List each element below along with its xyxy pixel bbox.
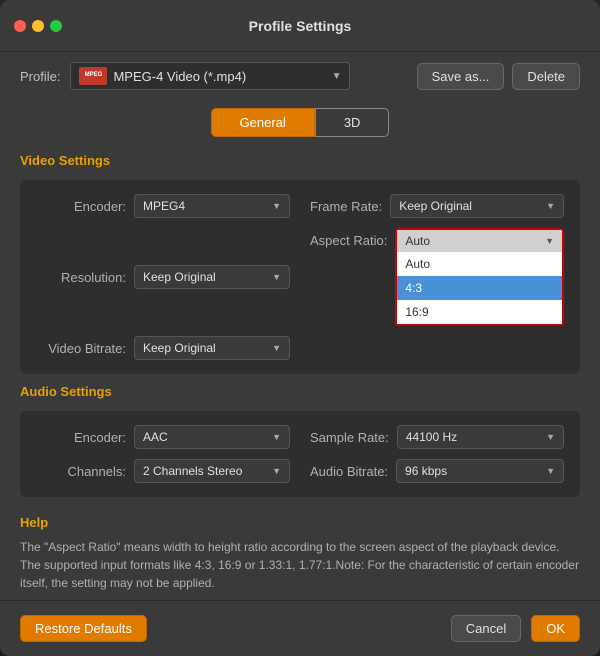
ok-button[interactable]: OK (531, 615, 580, 642)
sample-rate-value: 44100 Hz (406, 430, 542, 444)
profile-value: MPEG-4 Video (*.mp4) (113, 69, 325, 84)
video-bitrate-value: Keep Original (143, 341, 268, 355)
encoder-value: MPEG4 (143, 199, 268, 213)
audio-bitrate-select[interactable]: 96 kbps ▼ (396, 459, 564, 483)
aspect-ratio-label: Aspect Ratio: (310, 233, 387, 248)
audio-encoder-label: Encoder: (36, 430, 126, 445)
resolution-select[interactable]: Keep Original ▼ (134, 265, 290, 289)
aspect-option-auto[interactable]: Auto (397, 252, 562, 276)
channels-label: Channels: (36, 464, 126, 479)
channels-chevron-icon: ▼ (272, 466, 281, 476)
audio-settings-title: Audio Settings (20, 384, 580, 399)
encoder-label: Encoder: (36, 199, 126, 214)
main-content: Video Settings Encoder: MPEG4 ▼ Frame Ra… (0, 149, 600, 600)
audio-bitrate-chevron-icon: ▼ (546, 466, 555, 476)
frame-rate-label: Frame Rate: (310, 199, 382, 214)
aspect-option-16-9[interactable]: 16:9 (397, 300, 562, 324)
aspect-ratio-chevron-icon: ▼ (545, 236, 554, 246)
frame-rate-field: Frame Rate: Keep Original ▼ (310, 194, 564, 218)
encoder-select[interactable]: MPEG4 ▼ (134, 194, 290, 218)
minimize-button[interactable] (32, 20, 44, 32)
profile-bar: Profile: MPEG MPEG-4 Video (*.mp4) ▼ Sav… (0, 52, 600, 100)
resolution-value: Keep Original (143, 270, 268, 284)
channels-value: 2 Channels Stereo (143, 464, 268, 478)
audio-encoder-field: Encoder: AAC ▼ (36, 425, 290, 449)
bottom-right-buttons: Cancel OK (451, 615, 580, 642)
help-text: The "Aspect Ratio" means width to height… (20, 538, 580, 592)
help-title: Help (20, 515, 580, 530)
aspect-ratio-select[interactable]: Auto ▼ (397, 230, 562, 252)
aspect-ratio-field: Aspect Ratio: Auto ▼ Auto 4:3 16:9 (310, 228, 564, 326)
encoder-field: Encoder: MPEG4 ▼ (36, 194, 290, 218)
aspect-ratio-dropdown: Auto 4:3 16:9 (397, 252, 562, 324)
window-title: Profile Settings (249, 18, 352, 34)
video-bitrate-label: Video Bitrate: (36, 341, 126, 356)
bottom-bar: Restore Defaults Cancel OK (0, 600, 600, 656)
profile-select[interactable]: MPEG MPEG-4 Video (*.mp4) ▼ (70, 62, 350, 90)
profile-action-buttons: Save as... Delete (417, 63, 580, 90)
channels-field: Channels: 2 Channels Stereo ▼ (36, 459, 290, 483)
maximize-button[interactable] (50, 20, 62, 32)
help-section: Help The "Aspect Ratio" means width to h… (20, 507, 580, 592)
audio-settings-section: Encoder: AAC ▼ Sample Rate: 44100 Hz ▼ (20, 411, 580, 497)
video-settings-section: Encoder: MPEG4 ▼ Frame Rate: Keep Origin… (20, 180, 580, 374)
sample-rate-chevron-icon: ▼ (546, 432, 555, 442)
frame-rate-chevron-icon: ▼ (546, 201, 555, 211)
video-settings-grid: Encoder: MPEG4 ▼ Frame Rate: Keep Origin… (36, 194, 564, 360)
frame-rate-value: Keep Original (399, 199, 542, 213)
channels-select[interactable]: 2 Channels Stereo ▼ (134, 459, 290, 483)
resolution-label: Resolution: (36, 270, 126, 285)
audio-settings-grid: Encoder: AAC ▼ Sample Rate: 44100 Hz ▼ (36, 425, 564, 483)
sample-rate-select[interactable]: 44100 Hz ▼ (397, 425, 564, 449)
audio-encoder-chevron-icon: ▼ (272, 432, 281, 442)
tabs-bar: General 3D (0, 100, 600, 149)
restore-defaults-button[interactable]: Restore Defaults (20, 615, 147, 642)
video-bitrate-chevron-icon: ▼ (272, 343, 281, 353)
audio-bitrate-field: Audio Bitrate: 96 kbps ▼ (310, 459, 564, 483)
encoder-chevron-icon: ▼ (272, 201, 281, 211)
resolution-field: Resolution: Keep Original ▼ (36, 228, 290, 326)
close-button[interactable] (14, 20, 26, 32)
video-bitrate-select[interactable]: Keep Original ▼ (134, 336, 290, 360)
audio-bitrate-value: 96 kbps (405, 464, 542, 478)
sample-rate-field: Sample Rate: 44100 Hz ▼ (310, 425, 564, 449)
title-bar: Profile Settings (0, 0, 600, 52)
traffic-lights (14, 20, 62, 32)
audio-encoder-select[interactable]: AAC ▼ (134, 425, 290, 449)
video-settings-title: Video Settings (20, 153, 580, 168)
delete-button[interactable]: Delete (512, 63, 580, 90)
main-window: Profile Settings Profile: MPEG MPEG-4 Vi… (0, 0, 600, 656)
resolution-chevron-icon: ▼ (272, 272, 281, 282)
cancel-button[interactable]: Cancel (451, 615, 521, 642)
frame-rate-select[interactable]: Keep Original ▼ (390, 194, 564, 218)
video-bitrate-field: Video Bitrate: Keep Original ▼ (36, 336, 290, 360)
aspect-option-4-3[interactable]: 4:3 (397, 276, 562, 300)
audio-encoder-value: AAC (143, 430, 268, 444)
profile-icon: MPEG (79, 67, 107, 85)
aspect-ratio-value: Auto (405, 234, 541, 248)
profile-chevron-icon: ▼ (332, 71, 342, 82)
save-as-button[interactable]: Save as... (417, 63, 505, 90)
tab-general[interactable]: General (211, 108, 315, 137)
sample-rate-label: Sample Rate: (310, 430, 389, 445)
audio-bitrate-label: Audio Bitrate: (310, 464, 388, 479)
tab-3d[interactable]: 3D (315, 108, 390, 137)
profile-label: Profile: (20, 69, 60, 84)
